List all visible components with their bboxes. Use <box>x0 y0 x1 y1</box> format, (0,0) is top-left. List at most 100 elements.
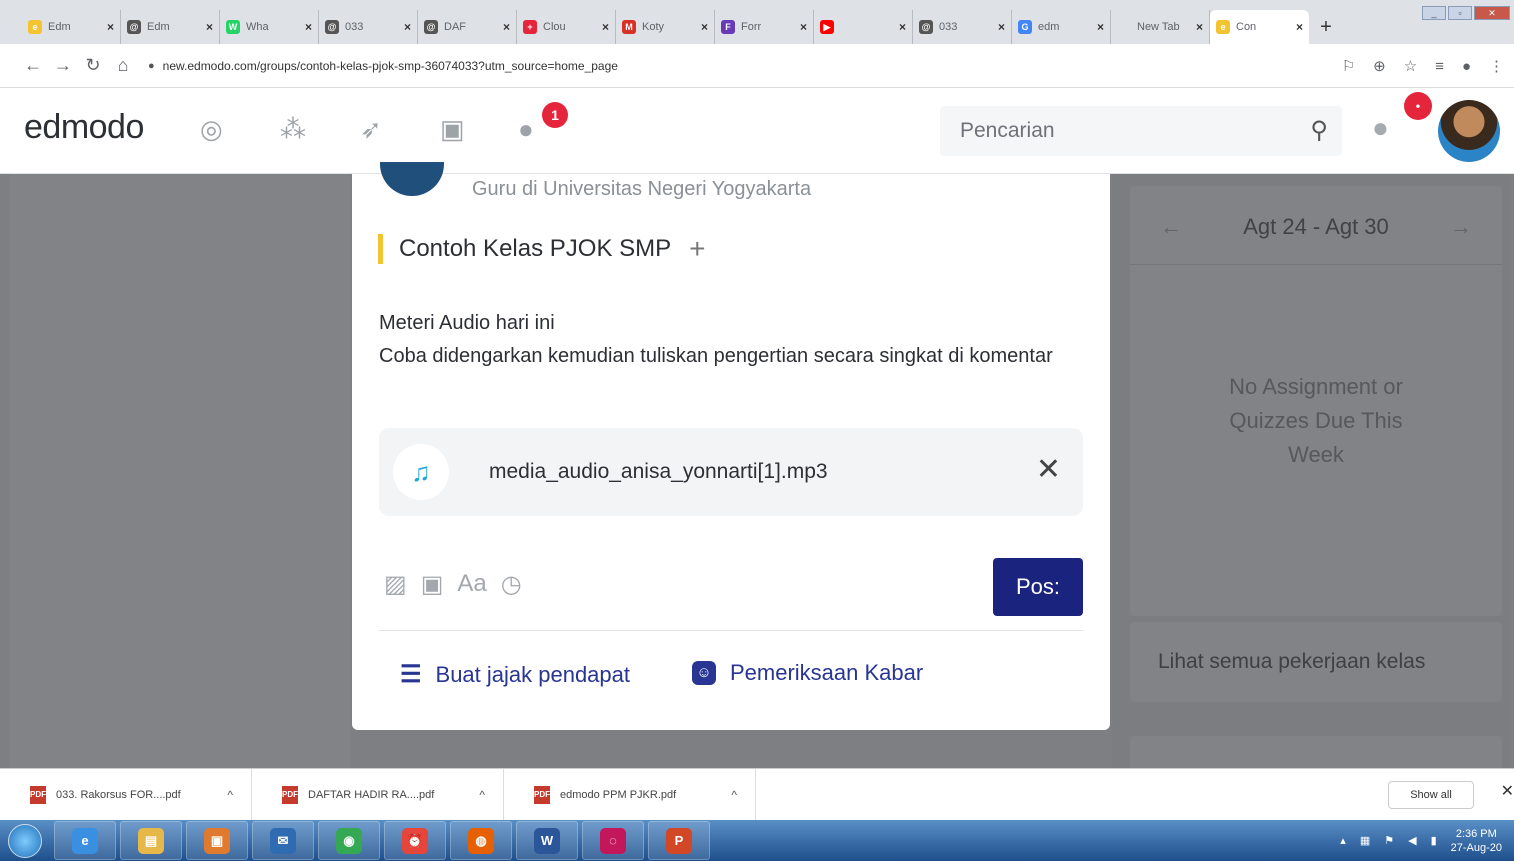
browser-tab[interactable]: Gedm × <box>1012 10 1111 44</box>
forward-icon[interactable]: → <box>48 55 78 76</box>
download-filename: DAFTAR HADIR RA....pdf <box>308 788 435 801</box>
chevron-up-icon[interactable]: ^ <box>479 788 485 802</box>
browser-tab[interactable]: M Koty × <box>616 10 715 44</box>
signal-icon[interactable]: ▮ <box>1431 834 1437 847</box>
tab-close-icon[interactable]: × <box>107 20 114 34</box>
taskbar-app[interactable]: ◌ <box>582 821 644 860</box>
tab-close-icon[interactable]: × <box>701 20 708 34</box>
tab-close-icon[interactable]: × <box>503 20 510 34</box>
taskbar-app[interactable]: ✉ <box>252 821 314 860</box>
network-icon[interactable]: ▦ <box>1360 834 1370 847</box>
volume-icon[interactable]: ◀ <box>1408 834 1416 847</box>
post-body[interactable]: Meteri Audio hari ini Coba didengarkan k… <box>379 307 1079 373</box>
tab-close-icon[interactable]: × <box>1196 20 1203 34</box>
home-icon[interactable]: ⌂ <box>108 55 138 76</box>
close-shelf-icon[interactable]: ✕ <box>1501 781 1514 801</box>
post-button[interactable]: Pos: <box>993 558 1083 616</box>
browser-tab[interactable]: @ Edm × <box>121 10 220 44</box>
tab-close-icon[interactable]: × <box>404 20 411 34</box>
tray-arrow-icon[interactable]: ▴ <box>1340 834 1346 847</box>
alarm-icon: ⏰ <box>402 827 428 854</box>
chevron-up-icon[interactable]: ^ <box>731 788 737 802</box>
tab-close-icon[interactable]: × <box>998 20 1005 34</box>
pdf-icon: PDF <box>30 785 46 804</box>
bell-icon[interactable]: ● <box>1372 112 1389 144</box>
flag-icon[interactable]: ⚑ <box>1384 834 1394 847</box>
system-tray: ▴ ▦ ⚑ ◀ ▮ 2:36 PM 27-Aug-20 <box>1340 820 1502 861</box>
tab-close-icon[interactable]: × <box>1097 20 1104 34</box>
menu-icon[interactable]: ⋮ <box>1489 57 1504 75</box>
image-upload-icon[interactable]: ▨ <box>384 570 407 599</box>
add-recipient-icon[interactable]: + <box>689 233 705 265</box>
show-all-button[interactable]: Show all <box>1388 781 1474 809</box>
music-note-icon: ♫ <box>393 444 449 500</box>
poll-label: Buat jajak pendapat <box>435 661 631 687</box>
browser-tab[interactable]: W Wha × <box>220 10 319 44</box>
tab-close-icon[interactable]: × <box>1296 20 1303 34</box>
attachment-filename[interactable]: media_audio_anisa_yonnarti[1].mp3 <box>489 460 828 484</box>
taskbar-app[interactable]: e <box>54 821 116 860</box>
taskbar-app[interactable]: P <box>648 821 710 860</box>
reading-list-icon[interactable]: ≡ <box>1435 58 1444 75</box>
chevron-up-icon[interactable]: ^ <box>227 788 233 802</box>
swirl-icon: ◌ <box>600 827 626 854</box>
window-close-button[interactable]: ✕ <box>1474 6 1510 20</box>
download-filename: 033. Rakorsus FOR....pdf <box>56 788 181 801</box>
globe-icon[interactable]: ◎ <box>200 114 223 145</box>
browser-tab[interactable]: New Tab × <box>1111 10 1210 44</box>
backpack-attach-icon[interactable]: ▣ <box>421 570 444 599</box>
browser-tab[interactable]: @ DAF × <box>418 10 517 44</box>
taskbar-app[interactable]: ⏰ <box>384 821 446 860</box>
schedule-icon[interactable]: ◷ <box>501 570 522 599</box>
download-item[interactable]: PDF 033. Rakorsus FOR....pdf ^ <box>0 768 252 821</box>
avatar[interactable] <box>1438 100 1500 162</box>
clock[interactable]: 2:36 PM 27-Aug-20 <box>1451 827 1502 855</box>
remove-attachment-icon[interactable]: ✕ <box>1036 452 1061 487</box>
maximize-button[interactable]: ▫ <box>1448 6 1472 20</box>
text-format-icon[interactable]: Aa <box>457 570 486 599</box>
taskbar-app[interactable]: ◉ <box>318 821 380 860</box>
minimize-button[interactable]: _ <box>1422 6 1446 20</box>
create-poll-button[interactable]: ☰ Buat jajak pendapat <box>400 660 630 689</box>
browser-tab[interactable]: e Edm × <box>22 10 121 44</box>
tab-close-icon[interactable]: × <box>206 20 213 34</box>
divider <box>1130 264 1502 265</box>
taskbar-app[interactable]: ◍ <box>450 821 512 860</box>
window-controls: _ ▫ ✕ <box>1422 6 1510 20</box>
browser-tab[interactable]: @033 × <box>913 10 1012 44</box>
rocket-icon[interactable]: ➶ <box>360 114 382 145</box>
download-item[interactable]: PDF edmodo PPM PJKR.pdf ^ <box>504 768 756 821</box>
discover-icon[interactable]: ⁂ <box>280 114 306 145</box>
profile-icon[interactable]: ● <box>1462 58 1471 75</box>
back-icon[interactable]: ← <box>18 55 48 76</box>
browser-tab[interactable]: + Clou × <box>517 10 616 44</box>
next-week-icon[interactable]: → <box>1450 214 1472 240</box>
browser-tab[interactable]: ▶ × <box>814 10 913 44</box>
browser-tab[interactable]: F Forr × <box>715 10 814 44</box>
tab-close-icon[interactable]: × <box>305 20 312 34</box>
tab-close-icon[interactable]: × <box>800 20 807 34</box>
chat-icon[interactable]: ● <box>518 114 534 145</box>
start-button[interactable] <box>0 820 50 861</box>
new-tab-button[interactable]: + <box>1309 10 1343 44</box>
taskbar-app[interactable]: W <box>516 821 578 860</box>
translate-icon[interactable]: ⚐ <box>1342 57 1355 75</box>
download-item[interactable]: PDF DAFTAR HADIR RA....pdf ^ <box>252 768 504 821</box>
taskbar-app[interactable]: ▤ <box>120 821 182 860</box>
view-all-classwork-link[interactable]: Lihat semua pekerjaan kelas <box>1130 622 1502 702</box>
browser-tab[interactable]: e Con × <box>1210 10 1309 44</box>
star-icon[interactable]: ☆ <box>1404 57 1417 75</box>
reload-icon[interactable]: ↻ <box>78 55 108 76</box>
tab-favicon-icon: @ <box>424 20 438 34</box>
check-in-button[interactable]: ☺ Pemeriksaan Kabar <box>692 660 923 686</box>
taskbar-app[interactable]: ▣ <box>186 821 248 860</box>
backpack-icon[interactable]: ▣ <box>440 114 465 145</box>
browser-tab[interactable]: @033 × <box>319 10 418 44</box>
zoom-icon[interactable]: ⊕ <box>1373 57 1386 75</box>
tab-close-icon[interactable]: × <box>899 20 906 34</box>
edmodo-logo[interactable]: edmodo <box>24 108 144 147</box>
url-field[interactable]: ● new.edmodo.com/groups/contoh-kelas-pjo… <box>148 59 618 73</box>
search-icon[interactable]: ⚲ <box>1310 116 1328 145</box>
tab-close-icon[interactable]: × <box>602 20 609 34</box>
search-input[interactable]: Pencarian ⚲ <box>940 106 1342 156</box>
